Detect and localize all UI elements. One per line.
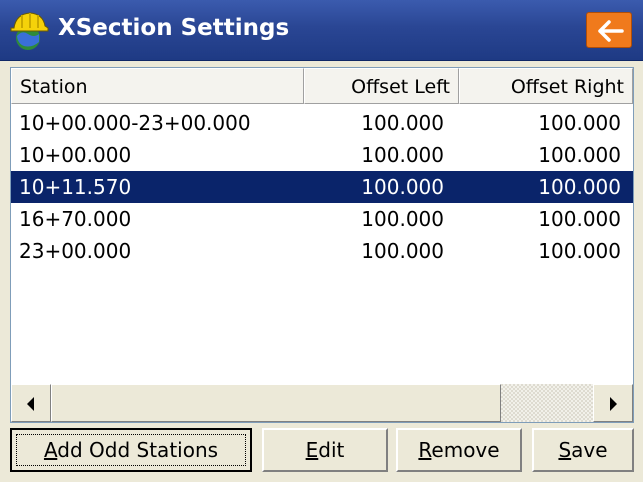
xsection-list[interactable]: Station Offset Left Offset Right 10+00.0… (10, 67, 634, 423)
offset-left-cell: 100.000 (361, 239, 444, 263)
table-row-selected[interactable]: 10+11.570 100.000 100.000 (11, 171, 633, 203)
offset-right-cell: 100.000 (538, 143, 621, 167)
station-cell: 16+70.000 (19, 207, 132, 231)
triangle-right-icon (610, 397, 617, 411)
focus-rectangle (16, 434, 246, 466)
scroll-right-button[interactable] (593, 384, 633, 422)
triangle-left-icon (27, 397, 34, 411)
mnemonic-s: S (558, 438, 572, 462)
column-header-offset-left[interactable]: Offset Left (304, 68, 459, 104)
scroll-left-button[interactable] (11, 384, 51, 422)
horizontal-scrollbar[interactable] (11, 384, 633, 422)
back-button[interactable] (586, 12, 632, 48)
remove-label: emove (431, 438, 500, 462)
save-button[interactable]: Save (532, 428, 634, 472)
station-cell: 10+00.000 (19, 143, 132, 167)
mnemonic-r: R (418, 438, 432, 462)
offset-left-cell: 100.000 (361, 111, 444, 135)
table-row[interactable]: 16+70.000 100.000 100.000 (11, 203, 633, 235)
edit-label: dit (318, 438, 345, 462)
column-header-offset-right[interactable]: Offset Right (459, 68, 633, 104)
offset-left-cell: 100.000 (361, 207, 444, 231)
table-row[interactable]: 10+00.000 100.000 100.000 (11, 139, 633, 171)
table-row[interactable]: 23+00.000 100.000 100.000 (11, 235, 633, 267)
arrow-left-icon (598, 20, 624, 42)
table-header: Station Offset Left Offset Right (11, 68, 633, 106)
title-bar: XSection Settings (0, 0, 643, 61)
offset-left-cell: 100.000 (361, 143, 444, 167)
save-label: ave (571, 438, 608, 462)
window-title: XSection Settings (58, 15, 290, 41)
station-cell: 10+11.570 (19, 175, 132, 199)
offset-right-cell: 100.000 (538, 111, 621, 135)
edit-button[interactable]: Edit (262, 428, 388, 472)
offset-right-cell: 100.000 (538, 239, 621, 263)
offset-left-cell: 100.000 (361, 175, 444, 199)
station-cell: 23+00.000 (19, 239, 132, 263)
hardhat-globe-icon (10, 12, 49, 50)
station-cell: 10+00.000-23+00.000 (19, 111, 251, 135)
scroll-thumb[interactable] (51, 384, 501, 422)
table-row[interactable]: 10+00.000-23+00.000 100.000 100.000 (11, 107, 633, 139)
offset-right-cell: 100.000 (538, 175, 621, 199)
offset-right-cell: 100.000 (538, 207, 621, 231)
column-header-station[interactable]: Station (11, 68, 304, 104)
add-odd-stations-button[interactable]: Add Odd Stations (10, 428, 252, 472)
mnemonic-e: E (305, 438, 319, 462)
remove-button[interactable]: Remove (396, 428, 522, 472)
